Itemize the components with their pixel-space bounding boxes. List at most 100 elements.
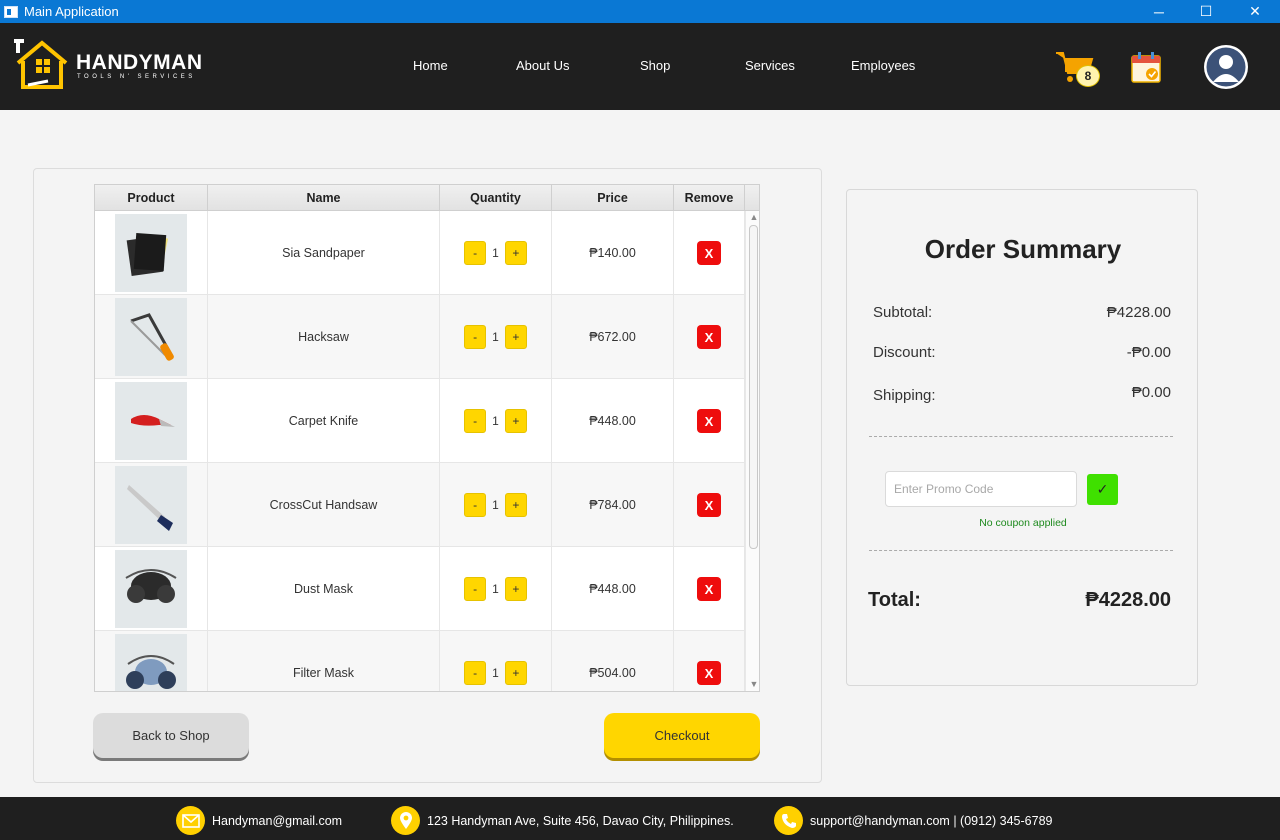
shipping-label: Shipping:	[873, 387, 936, 404]
increase-quantity-button[interactable]: +	[504, 661, 527, 685]
footer-address: 123 Handyman Ave, Suite 456, Davao City,…	[391, 806, 734, 835]
window-title: Main Application	[24, 4, 119, 19]
decrease-quantity-button[interactable]: -	[464, 325, 487, 349]
brand-tagline: TOOLS N' SERVICES	[77, 74, 196, 80]
calendar-icon[interactable]	[1131, 51, 1161, 83]
shipping-value: ₱0.00	[1131, 384, 1171, 401]
quantity-value: 1	[492, 582, 499, 596]
scroll-down-icon[interactable]: ▼	[748, 679, 759, 689]
cart-row: Filter Mask - 1 + ₱504.00 X	[95, 631, 745, 691]
footer-support-text[interactable]: support@handyman.com | (0912) 345-6789	[810, 814, 1052, 828]
subtotal-label: Subtotal:	[873, 304, 933, 321]
item-price: ₱672.00	[552, 295, 674, 379]
hacksaw-image	[115, 298, 187, 376]
apply-promo-button[interactable]: ✓	[1087, 474, 1118, 505]
cart-count-badge: 8	[1076, 65, 1100, 87]
discount-label: Discount:	[873, 344, 936, 361]
cart-table: Product Name Quantity Price Remove Sia S…	[94, 184, 760, 692]
column-header-remove[interactable]: Remove	[674, 185, 745, 211]
total-value: ₱4228.00	[1085, 589, 1171, 611]
increase-quantity-button[interactable]: +	[504, 241, 527, 265]
subtotal-value: ₱4228.00	[1106, 304, 1171, 321]
item-price: ₱140.00	[552, 211, 674, 295]
back-to-shop-button[interactable]: Back to Shop	[93, 713, 249, 758]
increase-quantity-button[interactable]: +	[504, 493, 527, 517]
discount-value: -₱0.00	[1126, 344, 1171, 361]
total-label: Total:	[868, 589, 921, 611]
checkout-button[interactable]: Checkout	[604, 713, 760, 758]
window-titlebar: Main Application ─ ☐ ✕	[0, 0, 1280, 23]
cart-row: Dust Mask - 1 + ₱448.00 X	[95, 547, 745, 631]
remove-item-button[interactable]: X	[697, 577, 721, 601]
brand-name: HANDYMAN	[76, 51, 203, 74]
sandpaper-image	[115, 214, 187, 292]
footer-email: Handyman@gmail.com	[176, 806, 342, 835]
item-name: CrossCut Handsaw	[208, 463, 440, 547]
quantity-value: 1	[492, 246, 499, 260]
column-header-price[interactable]: Price	[552, 185, 674, 211]
decrease-quantity-button[interactable]: -	[464, 661, 487, 685]
increase-quantity-button[interactable]: +	[504, 577, 527, 601]
quantity-value: 1	[492, 414, 499, 428]
promo-code-input[interactable]	[885, 471, 1077, 507]
nav-shop[interactable]: Shop	[640, 58, 670, 73]
column-header-name[interactable]: Name	[208, 185, 440, 211]
increase-quantity-button[interactable]: +	[504, 409, 527, 433]
filter-mask-image	[115, 634, 187, 691]
divider	[869, 550, 1173, 551]
location-pin-icon	[391, 806, 420, 835]
nav-about-us[interactable]: About Us	[516, 58, 569, 73]
item-price: ₱448.00	[552, 379, 674, 463]
quantity-stepper: - 1 +	[464, 409, 527, 433]
cart-row: CrossCut Handsaw - 1 + ₱784.00 X	[95, 463, 745, 547]
remove-item-button[interactable]: X	[697, 493, 721, 517]
maximize-button[interactable]: ☐	[1183, 0, 1229, 23]
quantity-stepper: - 1 +	[464, 661, 527, 685]
item-price: ₱784.00	[552, 463, 674, 547]
decrease-quantity-button[interactable]: -	[464, 241, 487, 265]
footer: Handyman@gmail.com 123 Handyman Ave, Sui…	[0, 797, 1280, 840]
footer-email-text[interactable]: Handyman@gmail.com	[212, 814, 342, 828]
divider	[869, 436, 1173, 437]
cart-table-header: Product Name Quantity Price Remove	[95, 185, 759, 211]
close-button[interactable]: ✕	[1232, 0, 1278, 23]
nav-services[interactable]: Services	[745, 58, 795, 73]
envelope-icon	[176, 806, 205, 835]
order-summary-panel: Order Summary Subtotal: ₱4228.00 Discoun…	[846, 189, 1198, 686]
app-icon	[4, 5, 18, 18]
carpet-knife-image	[115, 382, 187, 460]
increase-quantity-button[interactable]: +	[504, 325, 527, 349]
decrease-quantity-button[interactable]: -	[464, 409, 487, 433]
remove-item-button[interactable]: X	[697, 409, 721, 433]
column-header-quantity[interactable]: Quantity	[440, 185, 552, 211]
remove-item-button[interactable]: X	[697, 325, 721, 349]
brand-logo[interactable]: HANDYMAN TOOLS N' SERVICES	[14, 37, 204, 93]
quantity-stepper: - 1 +	[464, 493, 527, 517]
item-name: Sia Sandpaper	[208, 211, 440, 295]
quantity-stepper: - 1 +	[464, 577, 527, 601]
nav-home[interactable]: Home	[413, 58, 448, 73]
footer-address-text: 123 Handyman Ave, Suite 456, Davao City,…	[427, 813, 734, 828]
remove-item-button[interactable]: X	[697, 241, 721, 265]
item-price: ₱448.00	[552, 547, 674, 631]
phone-icon	[774, 806, 803, 835]
handsaw-image	[115, 466, 187, 544]
cart-row: Sia Sandpaper - 1 + ₱140.00 X	[95, 211, 745, 295]
decrease-quantity-button[interactable]: -	[464, 577, 487, 601]
quantity-stepper: - 1 +	[464, 241, 527, 265]
item-price: ₱504.00	[552, 631, 674, 691]
decrease-quantity-button[interactable]: -	[464, 493, 487, 517]
quantity-value: 1	[492, 498, 499, 512]
cart-row: Carpet Knife - 1 + ₱448.00 X	[95, 379, 745, 463]
scroll-up-icon[interactable]: ▲	[748, 212, 759, 222]
house-logo-icon	[14, 39, 68, 89]
item-name: Hacksaw	[208, 295, 440, 379]
cart-scrollbar[interactable]: ▲ ▼	[745, 211, 759, 691]
top-navbar: HANDYMAN TOOLS N' SERVICES Home About Us…	[0, 23, 1280, 110]
remove-item-button[interactable]: X	[697, 661, 721, 685]
user-avatar-icon[interactable]	[1203, 44, 1249, 90]
nav-employees[interactable]: Employees	[851, 58, 915, 73]
scrollbar-thumb[interactable]	[749, 225, 758, 549]
minimize-button[interactable]: ─	[1136, 0, 1182, 23]
column-header-product[interactable]: Product	[95, 185, 208, 211]
